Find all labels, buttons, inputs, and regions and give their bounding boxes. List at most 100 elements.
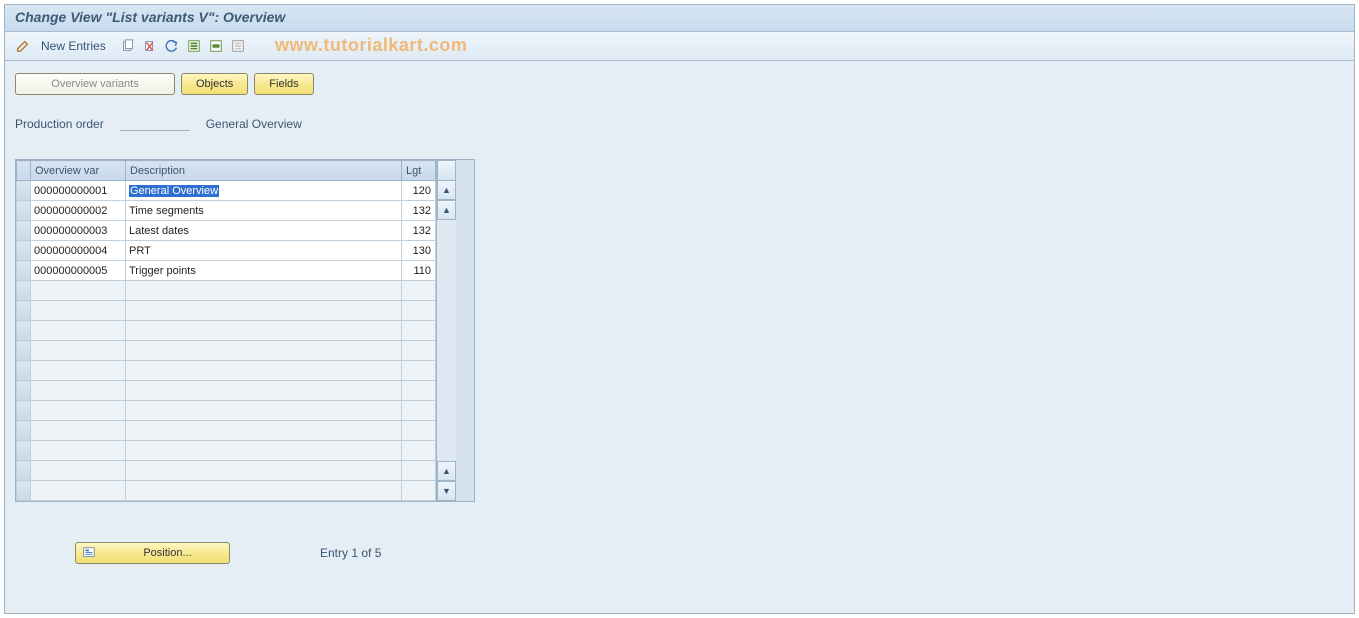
cell-overview-var[interactable]: 000000000003 <box>31 221 126 241</box>
table-row-empty[interactable] <box>17 481 436 501</box>
cell-lgt[interactable]: 132 <box>402 201 436 221</box>
cell-overview-var[interactable]: 000000000005 <box>31 261 126 281</box>
deselect-all-icon[interactable] <box>228 36 248 56</box>
cell-empty[interactable] <box>31 361 126 381</box>
table-row-empty[interactable] <box>17 341 436 361</box>
cell-empty[interactable] <box>126 341 402 361</box>
toggle-change-icon[interactable] <box>13 36 33 56</box>
cell-description[interactable]: Time segments <box>126 201 402 221</box>
cell-empty[interactable] <box>31 321 126 341</box>
cell-description[interactable]: PRT <box>126 241 402 261</box>
row-selector[interactable] <box>17 401 31 421</box>
cell-description[interactable]: Trigger points <box>126 261 402 281</box>
row-selector[interactable] <box>17 321 31 341</box>
row-selector[interactable] <box>17 441 31 461</box>
table-row[interactable]: 000000000001General Overview120 <box>17 181 436 201</box>
cell-description[interactable]: Latest dates <box>126 221 402 241</box>
cell-empty[interactable] <box>126 281 402 301</box>
row-selector[interactable] <box>17 241 31 261</box>
table-row-empty[interactable] <box>17 281 436 301</box>
col-lgt-header[interactable]: Lgt <box>402 161 436 181</box>
row-selector[interactable] <box>17 381 31 401</box>
col-selector-header[interactable] <box>17 161 31 181</box>
table-row-empty[interactable] <box>17 381 436 401</box>
cell-lgt[interactable]: 132 <box>402 221 436 241</box>
cell-empty[interactable] <box>126 361 402 381</box>
scroll-down-icon[interactable]: ▼ <box>437 481 456 501</box>
scroll-track[interactable] <box>437 220 456 461</box>
new-entries-button[interactable]: New Entries <box>35 37 112 55</box>
cell-empty[interactable] <box>402 481 436 501</box>
cell-lgt[interactable]: 110 <box>402 261 436 281</box>
table-row-empty[interactable] <box>17 421 436 441</box>
cell-empty[interactable] <box>402 301 436 321</box>
cell-overview-var[interactable]: 000000000004 <box>31 241 126 261</box>
cell-empty[interactable] <box>31 341 126 361</box>
table-row-empty[interactable] <box>17 361 436 381</box>
table-row[interactable]: 000000000004PRT130 <box>17 241 436 261</box>
table-row-empty[interactable] <box>17 461 436 481</box>
row-selector[interactable] <box>17 461 31 481</box>
position-button[interactable]: Position... <box>75 542 230 564</box>
cell-empty[interactable] <box>402 341 436 361</box>
cell-lgt[interactable]: 130 <box>402 241 436 261</box>
delete-icon[interactable] <box>140 36 160 56</box>
cell-empty[interactable] <box>31 421 126 441</box>
cell-empty[interactable] <box>402 281 436 301</box>
cell-empty[interactable] <box>402 441 436 461</box>
cell-empty[interactable] <box>402 361 436 381</box>
cell-empty[interactable] <box>31 441 126 461</box>
cell-description[interactable]: General Overview <box>126 181 402 201</box>
row-selector[interactable] <box>17 301 31 321</box>
table-row[interactable]: 000000000005Trigger points110 <box>17 261 436 281</box>
table-row[interactable]: 000000000002Time segments132 <box>17 201 436 221</box>
cell-lgt[interactable]: 120 <box>402 181 436 201</box>
cell-empty[interactable] <box>402 401 436 421</box>
cell-overview-var[interactable]: 000000000001 <box>31 181 126 201</box>
table-row[interactable]: 000000000003Latest dates132 <box>17 221 436 241</box>
table-row-empty[interactable] <box>17 321 436 341</box>
copy-as-icon[interactable] <box>118 36 138 56</box>
cell-empty[interactable] <box>402 421 436 441</box>
overview-table[interactable]: Overview var Description Lgt 00000000000… <box>16 160 436 501</box>
scroll-up-icon-2[interactable]: ▲ <box>437 200 456 220</box>
cell-empty[interactable] <box>126 401 402 421</box>
cell-empty[interactable] <box>126 301 402 321</box>
scroll-col-header[interactable] <box>437 160 456 180</box>
cell-empty[interactable] <box>126 381 402 401</box>
cell-overview-var[interactable]: 000000000002 <box>31 201 126 221</box>
row-selector[interactable] <box>17 421 31 441</box>
cell-empty[interactable] <box>126 481 402 501</box>
cell-empty[interactable] <box>31 401 126 421</box>
table-row-empty[interactable] <box>17 441 436 461</box>
cell-empty[interactable] <box>126 321 402 341</box>
cell-empty[interactable] <box>126 421 402 441</box>
tab-overview-variants[interactable]: Overview variants <box>15 73 175 95</box>
cell-empty[interactable] <box>402 321 436 341</box>
tab-objects[interactable]: Objects <box>181 73 248 95</box>
scroll-down-icon-2[interactable]: ▲ <box>437 461 456 481</box>
row-selector[interactable] <box>17 341 31 361</box>
select-all-icon[interactable] <box>184 36 204 56</box>
row-selector[interactable] <box>17 201 31 221</box>
cell-empty[interactable] <box>31 381 126 401</box>
scroll-up-icon[interactable]: ▲ <box>437 180 456 200</box>
table-row-empty[interactable] <box>17 401 436 421</box>
row-selector[interactable] <box>17 261 31 281</box>
table-row-empty[interactable] <box>17 301 436 321</box>
cell-empty[interactable] <box>402 381 436 401</box>
cell-empty[interactable] <box>402 461 436 481</box>
cell-empty[interactable] <box>31 301 126 321</box>
cell-empty[interactable] <box>126 461 402 481</box>
row-selector[interactable] <box>17 281 31 301</box>
cell-empty[interactable] <box>126 441 402 461</box>
row-selector[interactable] <box>17 361 31 381</box>
cell-empty[interactable] <box>31 281 126 301</box>
row-selector[interactable] <box>17 181 31 201</box>
tab-fields[interactable]: Fields <box>254 73 313 95</box>
col-description-header[interactable]: Description <box>126 161 402 181</box>
undo-icon[interactable] <box>162 36 182 56</box>
cell-empty[interactable] <box>31 481 126 501</box>
select-block-icon[interactable] <box>206 36 226 56</box>
cell-empty[interactable] <box>31 461 126 481</box>
